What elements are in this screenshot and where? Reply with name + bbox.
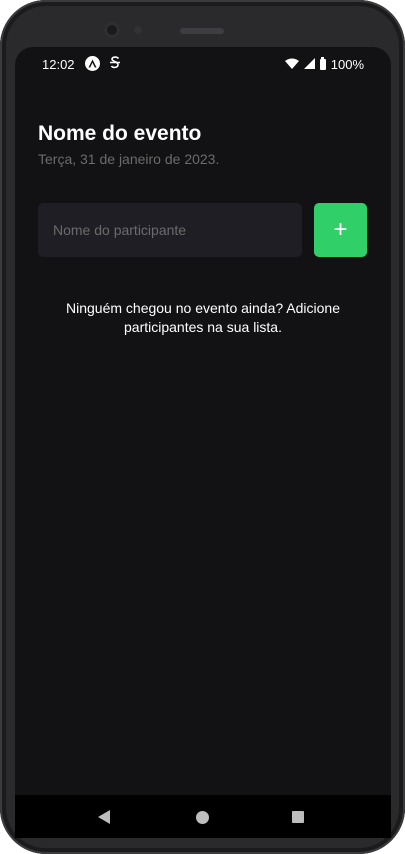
participant-name-input[interactable] (38, 203, 302, 257)
plus-icon: + (333, 216, 348, 243)
add-participant-button[interactable]: + (314, 203, 367, 257)
proximity-sensor (134, 26, 142, 34)
expo-icon (85, 56, 100, 71)
status-bar: 12:02 100% (15, 47, 391, 81)
recents-icon[interactable] (292, 811, 304, 823)
sync-icon (109, 55, 121, 73)
signal-icon (303, 57, 315, 72)
battery-percentage: 100% (330, 57, 364, 72)
android-navigation-bar (15, 795, 391, 838)
earpiece-speaker (180, 28, 224, 34)
home-icon[interactable] (196, 811, 209, 824)
event-title: Nome do evento (38, 122, 202, 145)
phone-frame: 12:02 100% Nome do evento Terça, 31 de j… (0, 0, 405, 854)
front-camera (104, 22, 120, 38)
status-right-group: 100% (284, 57, 364, 72)
status-time: 12:02 (42, 57, 75, 72)
battery-icon (319, 57, 326, 70)
empty-list-message: Ninguém chegou no evento ainda? Adicione… (66, 300, 340, 335)
app-screen: 12:02 100% Nome do evento Terça, 31 de j… (15, 47, 391, 833)
back-icon[interactable] (98, 810, 110, 824)
event-date: Terça, 31 de janeiro de 2023. (38, 151, 220, 167)
wifi-icon (284, 57, 299, 72)
